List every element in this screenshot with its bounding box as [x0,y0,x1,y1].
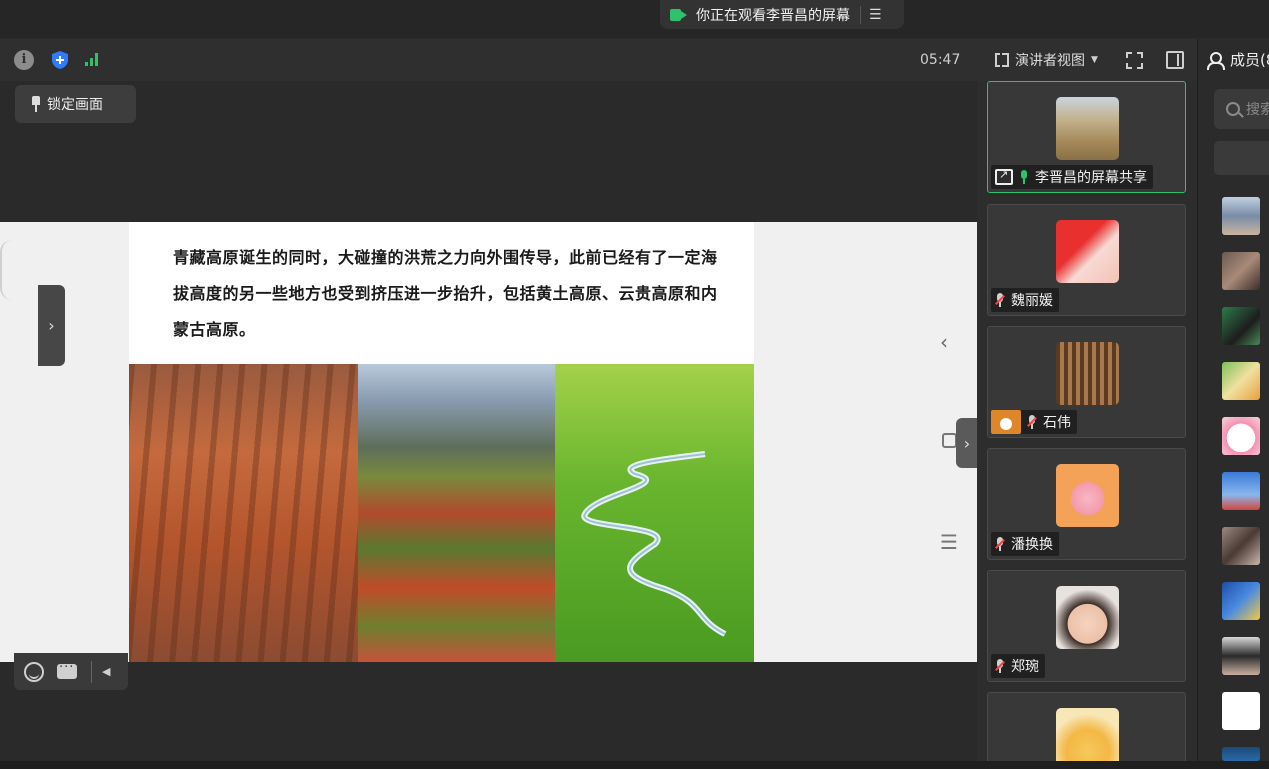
chevron-left-icon[interactable]: ‹ [940,330,948,354]
avatar [1056,464,1119,527]
info-icon[interactable]: i [14,50,34,70]
meeting-timer: 05:47 [920,52,961,68]
member-search-placeholder: 搜索 [1246,102,1269,118]
reaction-bar: ◀ [14,653,128,690]
view-mode-label: 演讲者视图 [1015,53,1085,69]
participant-tile-screen-share[interactable]: 李晋昌的屏幕共享 [987,81,1186,193]
search-icon [1226,102,1240,116]
microphone-icon [1019,170,1029,184]
expand-left-panel-button[interactable]: › [38,285,65,366]
top-bar [0,0,1269,38]
participant-label: 潘换换 [991,532,1059,556]
banner-text: 你正在观看李晋昌的屏幕 [696,7,850,24]
participant-name: 石伟 [1043,415,1071,431]
list-menu-icon[interactable]: ☰ [869,7,882,23]
bottom-edge [0,761,1269,769]
member-avatar[interactable] [1222,692,1260,730]
lock-view-label: 锁定画面 [47,97,103,113]
meeting-toolbar: i 05:47 [0,39,977,81]
member-avatar[interactable] [1222,252,1260,290]
red-earth-terrace-image [358,364,555,662]
square-icon[interactable] [942,433,957,448]
members-panel-title: 成员(8 [1207,49,1269,70]
avatar [1056,586,1119,649]
microphone-muted-icon [995,537,1005,551]
member-avatar[interactable] [1222,362,1260,400]
emoji-icon[interactable] [24,661,44,682]
participant-tile[interactable]: 潘换换 [987,448,1186,560]
participant-name: 郑琬 [1011,659,1039,675]
avatar [1056,220,1119,283]
participant-label: 郑琬 [991,654,1045,678]
participant-name: 李晋昌的屏幕共享 [1035,170,1147,186]
participant-tile[interactable]: 郑琬 [987,570,1186,682]
member-avatar[interactable] [1222,472,1260,510]
chevron-down-icon: ▼ [1091,55,1098,65]
meandering-river-grassland-image [555,364,754,662]
collapse-arrow-icon[interactable]: ◀ [102,665,110,678]
screen-share-thumbnail [1056,97,1119,160]
collapse-video-panel-button[interactable]: › [956,418,978,468]
banner-divider [860,5,861,24]
avatar [1056,342,1119,405]
participant-tile[interactable] [987,692,1186,762]
microphone-muted-icon [1027,415,1037,429]
member-search-input[interactable]: 搜索 [1214,89,1269,129]
participant-label: 石伟 [991,410,1077,434]
slide-text: 青藏高原诞生的同时，大碰撞的洪荒之力向外围传导，此前已经有了一定海拔高度的另一些… [173,248,718,339]
member-avatar[interactable] [1222,417,1260,455]
member-avatar[interactable] [1222,307,1260,345]
microphone-muted-icon [995,293,1005,307]
video-camera-icon [670,8,688,22]
participant-name: 魏丽媛 [1011,293,1053,309]
members-action-button[interactable] [1214,141,1269,175]
chat-bubble-icon[interactable] [57,660,77,679]
member-avatar[interactable] [1222,197,1260,235]
member-avatar[interactable] [1222,637,1260,675]
member-avatar[interactable] [1222,527,1260,565]
signal-icon[interactable] [85,50,103,70]
participant-label: 李晋昌的屏幕共享 [991,165,1153,189]
participant-tile[interactable]: 石伟 [987,326,1186,438]
participant-tile[interactable]: 魏丽媛 [987,204,1186,316]
menu-lines-icon[interactable]: ☰ [940,530,958,554]
people-icon [1207,51,1227,70]
pin-icon [31,96,41,112]
reaction-divider [91,660,92,683]
side-panel-icon[interactable] [1166,51,1184,69]
avatar [1056,708,1119,762]
members-title-text: 成员(8 [1230,51,1269,69]
shield-icon[interactable] [50,50,70,70]
member-avatar[interactable] [1222,582,1260,620]
host-icon [991,410,1021,434]
participant-label: 魏丽媛 [991,288,1059,312]
screen-share-icon [995,168,1013,185]
danxia-landform-image [129,364,358,662]
lock-view-button[interactable]: 锁定画面 [15,85,136,123]
presentation-slide: 青藏高原诞生的同时，大碰撞的洪荒之力向外围传导，此前已经有了一定海拔高度的另一些… [129,222,754,662]
layout-icon [995,53,1009,67]
member-avatar[interactable] [1222,747,1260,761]
fullscreen-icon[interactable] [1126,52,1143,69]
participant-name: 潘换换 [1011,537,1053,553]
view-mode-selector[interactable]: 演讲者视图 ▼ [995,50,1098,70]
microphone-muted-icon [995,659,1005,673]
edge-decoration [0,240,12,300]
screen-share-banner: 你正在观看李晋昌的屏幕 ☰ [660,0,904,29]
